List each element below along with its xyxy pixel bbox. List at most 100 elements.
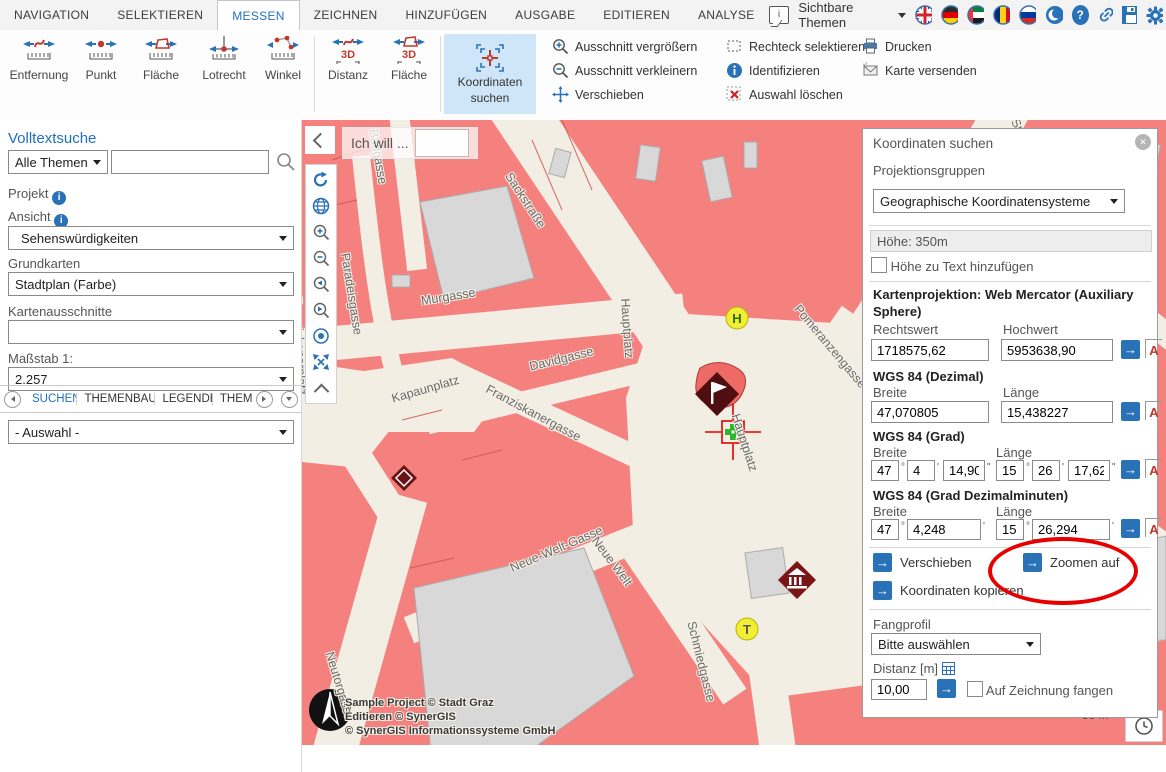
snap-drawing-checkbox[interactable] — [967, 681, 983, 697]
search-icon[interactable] — [276, 152, 296, 172]
lat-sec-input[interactable] — [943, 460, 985, 481]
flag-romania-icon[interactable] — [993, 5, 1010, 25]
crescent-icon[interactable] — [1045, 5, 1062, 25]
zoom-out-extent-button[interactable]: Ausschnitt verkleinern — [552, 62, 697, 79]
close-icon[interactable]: ✕ — [1135, 134, 1151, 150]
snap-profile-select[interactable]: Bitte auswählen — [871, 633, 1041, 655]
lon-deg-input[interactable] — [996, 460, 1024, 481]
tabs-scroll-right-icon[interactable] — [256, 391, 273, 408]
measure-perpendicular-button[interactable]: Lotrecht — [196, 36, 252, 82]
tab-legende[interactable]: LEGENDE — [155, 393, 212, 405]
lat-dm-min-input[interactable] — [907, 519, 981, 540]
map-extent-select[interactable] — [8, 320, 294, 344]
next-extent-button[interactable] — [308, 298, 334, 322]
selection-select[interactable]: - Auswahl - — [8, 420, 294, 444]
identify-button[interactable]: Identifizieren — [726, 62, 865, 79]
button-label: Lotrecht — [202, 68, 245, 82]
link-icon[interactable] — [1098, 6, 1113, 24]
lon-decimal-input[interactable] — [1001, 401, 1113, 423]
measure-3d-distance-button[interactable]: 3D Distanz — [322, 36, 374, 82]
tab-analyse[interactable]: ANALYSE — [684, 0, 769, 30]
zoom-in-extent-button[interactable]: Ausschnitt vergrößern — [552, 38, 697, 55]
tab-zeichnen[interactable]: ZEICHNEN — [300, 0, 392, 30]
lon-min-input[interactable] — [1032, 460, 1060, 481]
center-map-button[interactable] — [308, 324, 334, 348]
view-select[interactable]: Sehenswürdigkeiten — [8, 226, 294, 250]
tab-suchen[interactable]: SUCHEN — [25, 393, 77, 405]
project-info-icon[interactable]: i — [52, 191, 66, 205]
hydrant-marker[interactable]: H — [726, 307, 748, 329]
measure-angle-button[interactable]: Winkel — [258, 36, 308, 82]
tab-navigation[interactable]: NAVIGATION — [0, 0, 103, 30]
visible-themes-info-icon[interactable]: i — [769, 6, 790, 24]
apply-dm-button[interactable]: → — [1121, 519, 1140, 538]
tab-selektieren[interactable]: SELEKTIEREN — [103, 0, 217, 30]
tab-hinzufuegen[interactable]: HINZUFÜGEN — [391, 0, 501, 30]
tab-ausgabe[interactable]: AUSGABE — [501, 0, 589, 30]
globe-extent-button[interactable] — [308, 194, 334, 218]
tabs-menu-icon[interactable] — [281, 391, 298, 408]
grid-icon[interactable] — [942, 662, 955, 675]
settings-icon[interactable] — [1146, 6, 1162, 25]
chevron-down-icon[interactable] — [898, 13, 906, 18]
previous-extent-button[interactable] — [308, 272, 334, 296]
help-icon[interactable]: ? — [1072, 5, 1089, 25]
pan-button[interactable]: Verschieben — [552, 86, 697, 103]
tabs-scroll-left-icon[interactable] — [4, 391, 21, 408]
lat-decimal-input[interactable] — [871, 401, 989, 423]
northing-input[interactable] — [1001, 339, 1113, 361]
ich-will-input[interactable] — [415, 129, 469, 157]
lat-deg-input[interactable] — [871, 460, 899, 481]
tab-themenbaum[interactable]: THEMENBAUM — [77, 393, 155, 405]
tab-messen[interactable]: MESSEN — [217, 0, 299, 30]
lon-sec-input[interactable] — [1068, 460, 1110, 481]
sidebar-collapse-button[interactable] — [305, 126, 335, 154]
label-coordinate-button[interactable]: A — [1145, 518, 1162, 537]
flag-uk-icon[interactable] — [915, 5, 932, 25]
basemap-select[interactable]: Stadtplan (Farbe) — [8, 272, 294, 296]
lon-dm-deg-input[interactable] — [996, 519, 1024, 540]
label-coordinate-button[interactable]: A — [1145, 339, 1162, 358]
transformer-marker[interactable]: T — [736, 618, 758, 640]
measure-point-button[interactable]: Punkt — [76, 36, 126, 82]
zoom-in-button[interactable] — [308, 220, 334, 244]
zoom-to-coordinate-button[interactable]: →Zoomen auf — [1023, 553, 1119, 572]
print-button[interactable]: Drucken — [862, 38, 977, 55]
apply-distance-button[interactable]: → — [937, 679, 956, 698]
label-coordinate-button[interactable]: A — [1145, 459, 1162, 478]
select-rectangle-button[interactable]: Rechteck selektieren — [726, 38, 865, 55]
coordinate-search-button[interactable]: Koordinaten suchen — [444, 34, 536, 114]
arrow-icon: → — [873, 581, 892, 600]
lon-dm-min-input[interactable] — [1032, 519, 1110, 540]
measure-3d-area-button[interactable]: 3D Fläche — [384, 36, 434, 82]
tab-themen-truncated[interactable]: THEM — [213, 393, 252, 405]
lat-min-input[interactable] — [907, 460, 935, 481]
apply-webmercator-button[interactable]: → — [1121, 340, 1140, 359]
flag-russia-icon[interactable] — [1019, 5, 1036, 25]
easting-input[interactable] — [871, 339, 989, 361]
projection-group-select[interactable]: Geographische Koordinatensysteme — [873, 189, 1125, 213]
send-map-button[interactable]: Karte versenden — [862, 62, 977, 79]
apply-degree-button[interactable]: → — [1121, 460, 1140, 479]
distance-input[interactable] — [871, 679, 927, 700]
zoom-out-button[interactable] — [308, 246, 334, 270]
clear-selection-button[interactable]: Auswahl löschen — [726, 86, 865, 103]
move-to-coordinate-button[interactable]: →Verschieben — [873, 553, 972, 572]
apply-decimal-button[interactable]: → — [1121, 402, 1140, 421]
visible-themes-label[interactable]: Sichtbare Themen — [798, 0, 889, 30]
measure-distance-button[interactable]: Entfernung — [8, 36, 70, 82]
flag-germany-icon[interactable] — [941, 5, 958, 25]
lat-dm-deg-input[interactable] — [871, 519, 899, 540]
fulltext-search-input[interactable] — [111, 150, 269, 174]
theme-select[interactable]: Alle Themen — [8, 150, 108, 174]
measure-area-button[interactable]: Fläche — [136, 36, 186, 82]
flag-uae-icon[interactable] — [967, 5, 984, 25]
refresh-map-button[interactable] — [308, 168, 334, 192]
save-icon[interactable] — [1122, 6, 1137, 24]
height-checkbox[interactable] — [871, 257, 887, 273]
copy-coordinates-button[interactable]: →Koordinaten kopieren — [873, 581, 1024, 600]
toolbar-collapse-button[interactable] — [308, 376, 334, 400]
full-extent-button[interactable] — [308, 350, 334, 374]
label-coordinate-button[interactable]: A — [1145, 401, 1162, 420]
tab-editieren[interactable]: EDITIEREN — [589, 0, 684, 30]
